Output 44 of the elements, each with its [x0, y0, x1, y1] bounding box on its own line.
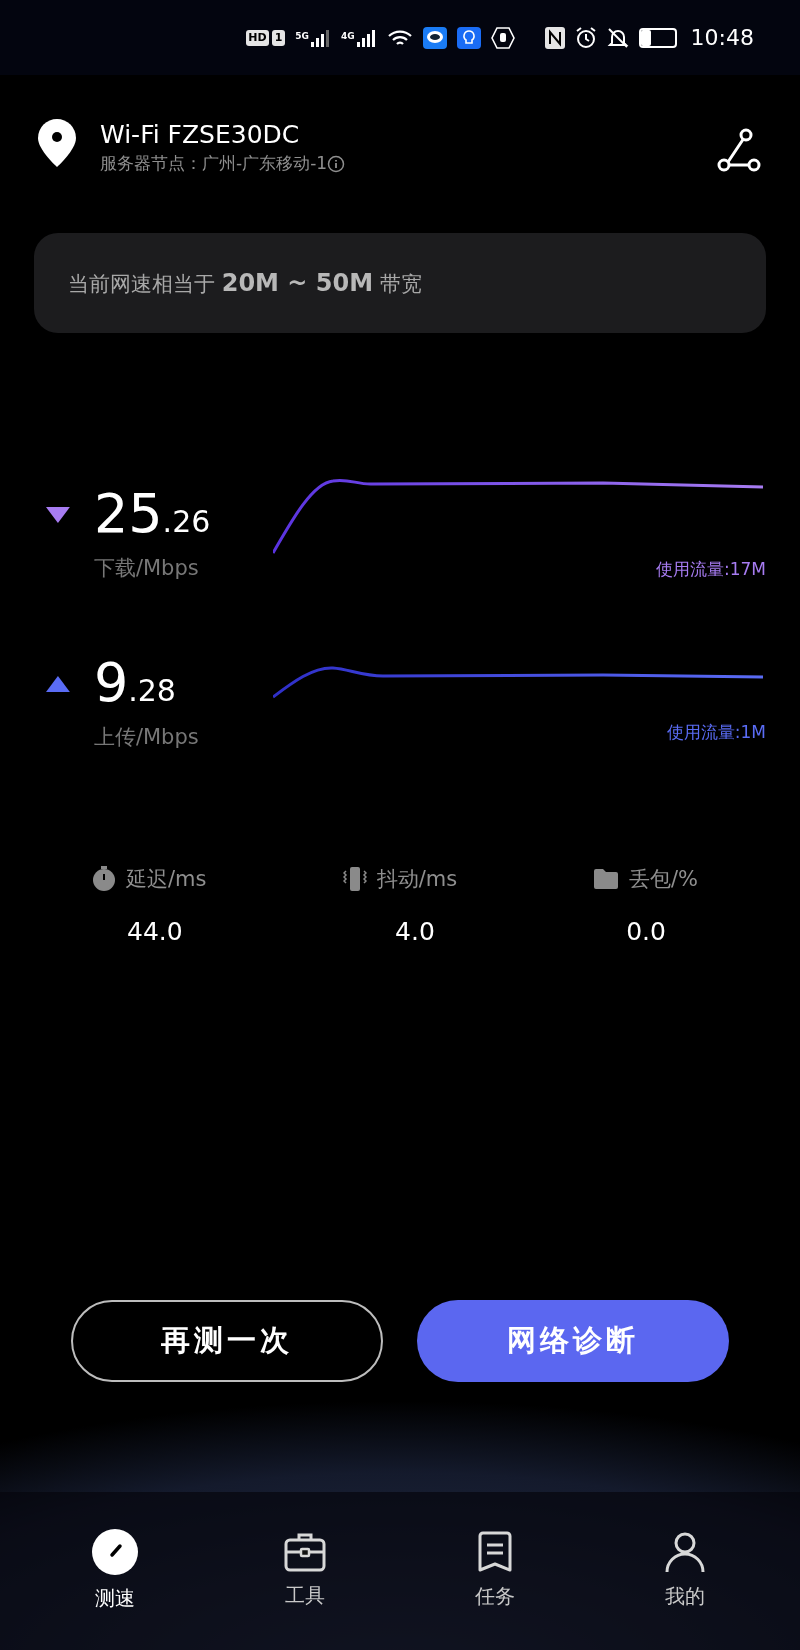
data-usage-text: 使用流量:17M	[655, 557, 766, 581]
nav-tab[interactable]: 任务	[400, 1492, 590, 1650]
gauge-icon	[92, 1529, 138, 1575]
speed-value: 9	[93, 652, 129, 714]
signal-icon	[356, 28, 377, 47]
bandwidth-text: 当前网速相当于 20M ~ 50M 带宽	[68, 267, 422, 299]
stat-value: 0.0	[626, 916, 666, 948]
clock-time: 10:48	[690, 24, 754, 52]
data-usage-text: 使用流量:1M	[666, 721, 766, 744]
muted-bell-icon	[606, 26, 629, 49]
stat-label: 延迟/ms	[126, 865, 207, 893]
hd-badge: HD	[246, 29, 269, 46]
stat-label: 丢包/%	[628, 865, 698, 893]
speed-decimal: .28	[128, 672, 176, 710]
folder-icon	[592, 868, 619, 891]
stat-value: 4.0	[395, 916, 435, 948]
location-pin-icon	[38, 119, 76, 167]
share-icon[interactable]	[716, 127, 762, 173]
document-icon	[477, 1531, 513, 1573]
network-label: 4G	[340, 32, 355, 41]
stopwatch-icon	[92, 866, 116, 893]
network-label: 5G	[295, 32, 309, 41]
nav-tab[interactable]: 我的	[590, 1492, 780, 1650]
speed-unit: 上传/Mbps	[93, 724, 200, 751]
vibration-icon	[342, 866, 367, 893]
speed-unit: 下载/Mbps	[93, 554, 200, 582]
alarm-icon	[574, 26, 597, 49]
speed-value: 25	[93, 482, 163, 545]
toolbox-icon	[284, 1532, 326, 1572]
person-icon	[664, 1531, 706, 1573]
network-title: Wi-Fi FZSE30DC	[100, 119, 301, 151]
server-node-text: 服务器节点：广州-广东移动-1	[100, 152, 328, 175]
info-icon	[327, 154, 346, 173]
lightbulb-app-icon	[456, 26, 481, 49]
nfc-icon	[544, 26, 565, 49]
stat-value: 44.0	[127, 916, 183, 948]
diagnose-button[interactable]: 网络诊断	[417, 1300, 729, 1382]
stat-label: 抖动/ms	[376, 865, 458, 893]
sim-badge: 1	[271, 29, 286, 46]
nav-tab[interactable]: 工具	[210, 1492, 400, 1650]
retest-button[interactable]: 再测一次	[71, 1300, 383, 1382]
speed-decimal: .26	[162, 502, 211, 541]
signal-icon	[310, 28, 331, 47]
nav-tab[interactable]: 测速	[20, 1492, 210, 1650]
